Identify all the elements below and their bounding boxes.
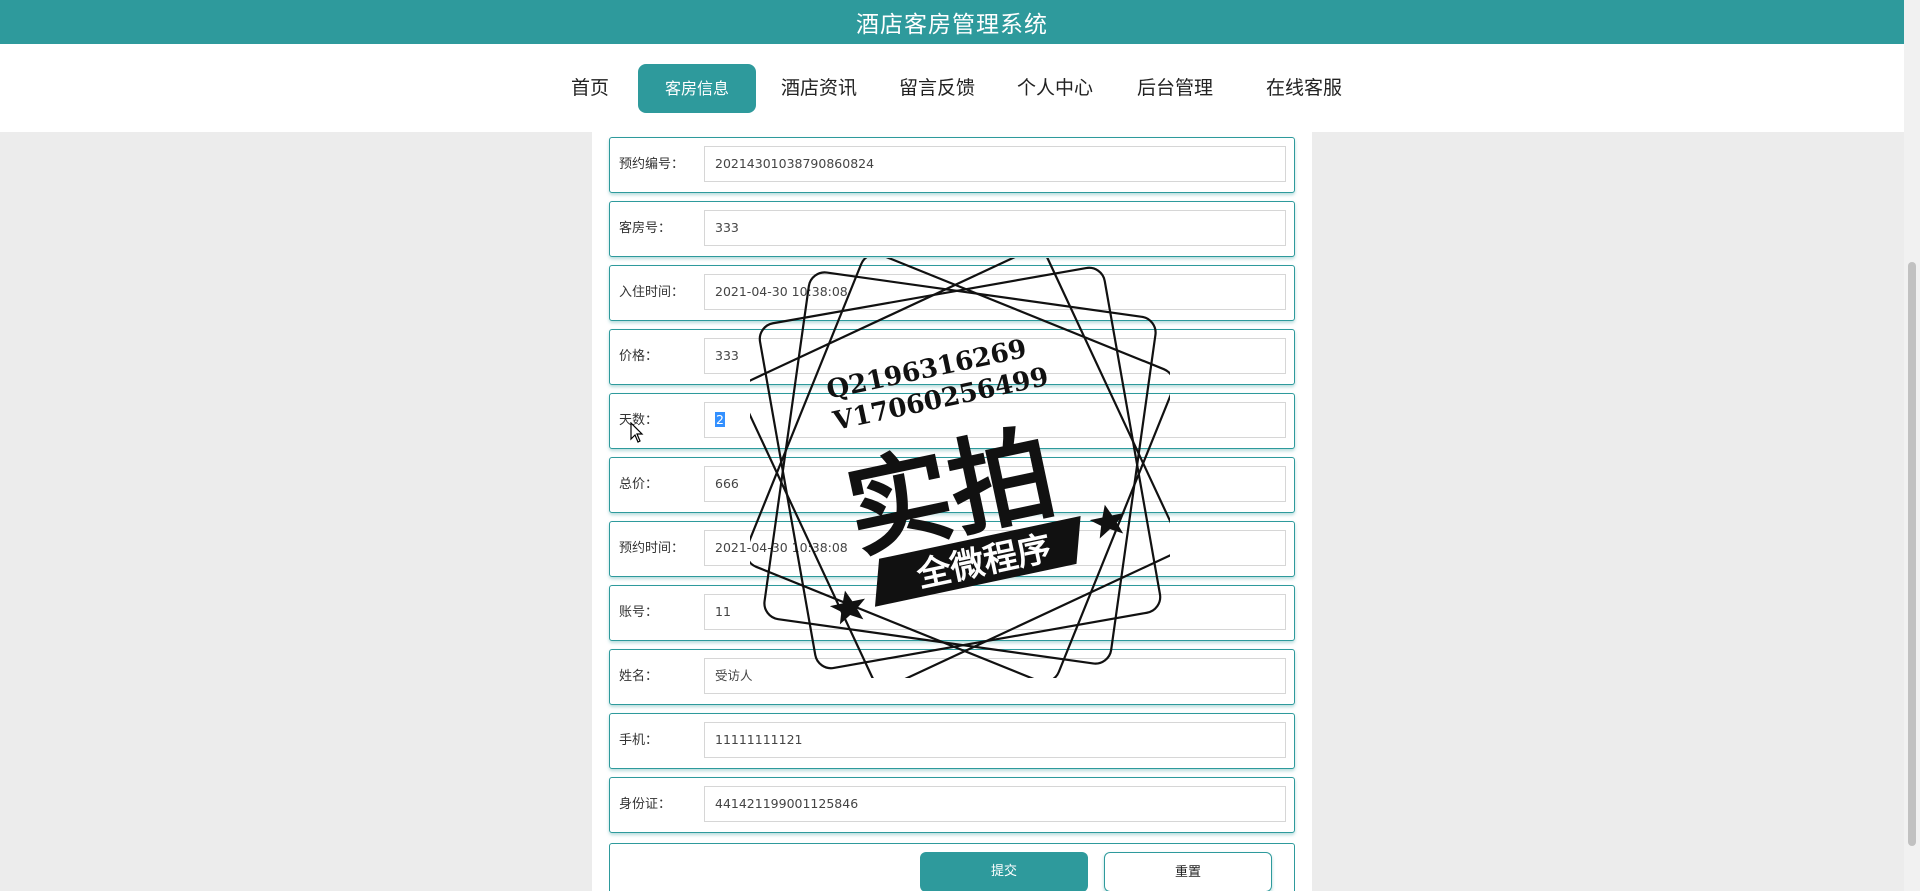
nav-item-news[interactable]: 酒店资讯 xyxy=(772,64,866,113)
field-label: 价格： xyxy=(619,349,659,364)
field-label: 姓名： xyxy=(619,669,659,684)
field-label: 预约时间： xyxy=(619,541,685,556)
booking-no-input[interactable]: 20214301038790860824 xyxy=(704,146,1286,182)
price-input[interactable]: 333 xyxy=(704,338,1286,374)
submit-button[interactable]: 提交 xyxy=(920,852,1088,891)
name-input[interactable]: 受访人 xyxy=(704,658,1286,694)
field-label: 总价： xyxy=(619,477,659,492)
mouse-cursor-icon xyxy=(630,422,644,443)
form-row-days: 天数： 2 xyxy=(609,393,1295,449)
field-label: 身份证： xyxy=(619,797,672,812)
header-bar: 酒店客房管理系统 xyxy=(0,0,1904,44)
account-input[interactable]: 11 xyxy=(704,594,1286,630)
booking-time-input[interactable]: 2021-04-30 10:38:08 xyxy=(704,530,1286,566)
nav-item-profile[interactable]: 个人中心 xyxy=(1008,64,1102,113)
field-label: 客房号： xyxy=(619,221,672,236)
nav-item-feedback[interactable]: 留言反馈 xyxy=(890,64,984,113)
selected-text: 2 xyxy=(715,412,725,427)
form-row-booking-no: 预约编号： 20214301038790860824 xyxy=(609,137,1295,193)
nav-item-home[interactable]: 首页 xyxy=(562,64,618,113)
form-row-name: 姓名： 受访人 xyxy=(609,649,1295,705)
days-input[interactable]: 2 xyxy=(704,402,1286,438)
form-row-checkin-time: 入住时间： 2021-04-30 10:38:08 xyxy=(609,265,1295,321)
site-title: 酒店客房管理系统 xyxy=(856,12,1048,38)
nav-item-rooms[interactable]: 客房信息 xyxy=(638,64,756,113)
form-row-booking-time: 预约时间： 2021-04-30 10:38:08 xyxy=(609,521,1295,577)
form-actions: 提交 重置 xyxy=(609,843,1295,891)
field-label: 账号： xyxy=(619,605,659,620)
form-row-room-no: 客房号： 333 xyxy=(609,201,1295,257)
booking-form-panel: 预约编号： 20214301038790860824 客房号： 333 入住时间… xyxy=(592,132,1312,891)
checkin-time-input[interactable]: 2021-04-30 10:38:08 xyxy=(704,274,1286,310)
field-label: 入住时间： xyxy=(619,285,685,300)
total-price-input[interactable]: 666 xyxy=(704,466,1286,502)
room-no-input[interactable]: 333 xyxy=(704,210,1286,246)
reset-button[interactable]: 重置 xyxy=(1104,852,1272,891)
form-row-price: 价格： 333 xyxy=(609,329,1295,385)
field-label: 预约编号： xyxy=(619,157,685,172)
scrollbar-thumb[interactable] xyxy=(1908,262,1916,846)
id-card-input[interactable]: 441421199001125846 xyxy=(704,786,1286,822)
main-nav: 首页 客房信息 酒店资讯 留言反馈 个人中心 后台管理 在线客服 xyxy=(0,44,1904,132)
form-row-total-price: 总价： 666 xyxy=(609,457,1295,513)
nav-item-admin[interactable]: 后台管理 xyxy=(1128,64,1222,113)
phone-input[interactable]: 11111111121 xyxy=(704,722,1286,758)
field-label: 手机： xyxy=(619,733,659,748)
nav-item-support[interactable]: 在线客服 xyxy=(1248,64,1360,113)
form-row-id-card: 身份证： 441421199001125846 xyxy=(609,777,1295,833)
form-row-account: 账号： 11 xyxy=(609,585,1295,641)
form-row-phone: 手机： 11111111121 xyxy=(609,713,1295,769)
page-scrollbar[interactable] xyxy=(1904,0,1920,891)
